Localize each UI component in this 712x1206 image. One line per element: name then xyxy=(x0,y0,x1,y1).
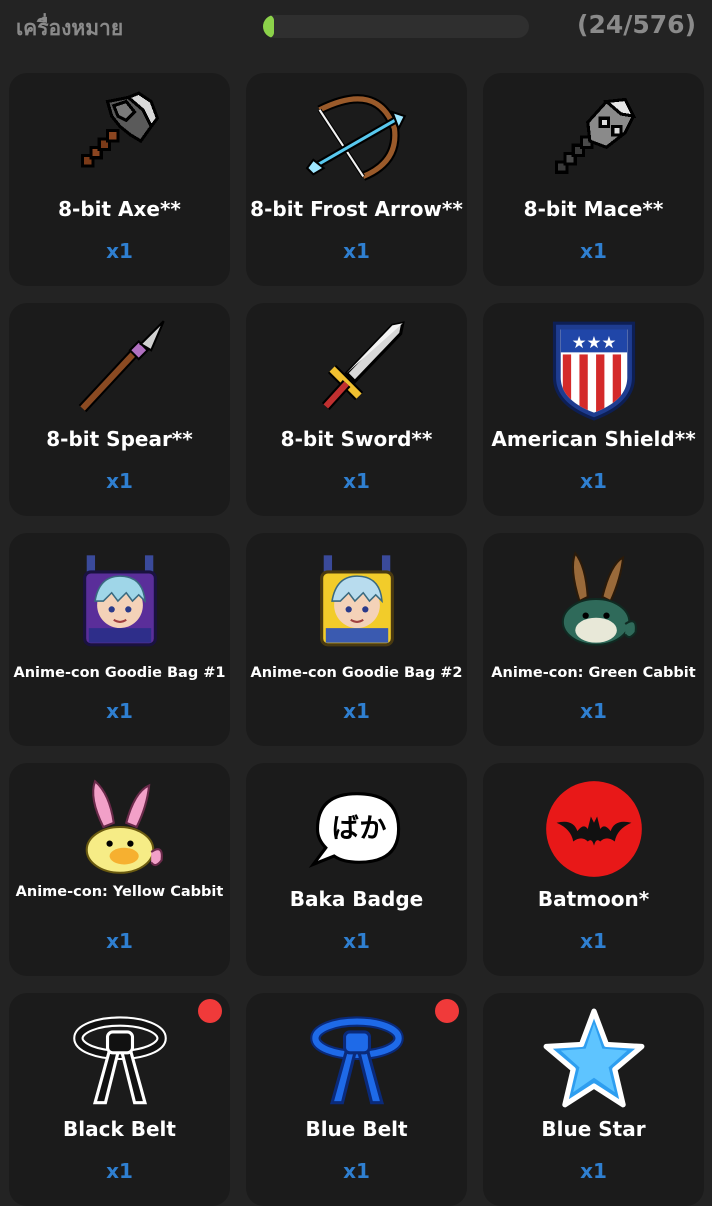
badge-name: 8-bit Mace** xyxy=(523,197,664,221)
batmoon-icon xyxy=(542,777,646,881)
header: เครื่องหมาย (24/576) xyxy=(0,0,712,56)
badge-quantity: x1 xyxy=(106,929,133,953)
badge-quantity: x1 xyxy=(580,239,607,263)
badge-name: 8-bit Frost Arrow** xyxy=(250,197,463,221)
badge-card[interactable]: 8-bit Sword** x1 xyxy=(246,303,467,516)
badge-quantity: x1 xyxy=(580,699,607,723)
badge-card[interactable]: Anime-con Goodie Bag #2 x1 xyxy=(246,533,467,746)
baka-badge-text: ばか xyxy=(331,813,386,844)
black-belt-icon xyxy=(68,1007,172,1111)
badge-name: Baka Badge xyxy=(289,887,424,911)
badge-quantity: x1 xyxy=(343,1159,370,1183)
badge-quantity: x1 xyxy=(580,929,607,953)
badge-card[interactable]: Black Belt x1 xyxy=(9,993,230,1206)
badge-card[interactable]: Anime-con: Yellow Cabbit x1 xyxy=(9,763,230,976)
badge-quantity: x1 xyxy=(106,699,133,723)
badge-card[interactable]: Blue Star x1 xyxy=(483,993,704,1206)
badge-quantity: x1 xyxy=(106,469,133,493)
badge-name: Anime-con: Green Cabbit xyxy=(491,665,696,681)
badge-name: American Shield** xyxy=(491,427,696,451)
goodie-bag-1-icon xyxy=(68,547,172,651)
badge-name: Black Belt xyxy=(63,1117,176,1141)
progress-fill xyxy=(263,15,275,38)
badge-name: 8-bit Sword** xyxy=(280,427,433,451)
collection-progress-bar xyxy=(263,15,529,38)
new-item-dot xyxy=(198,999,222,1023)
badge-quantity: x1 xyxy=(106,1159,133,1183)
8bit-mace-icon xyxy=(542,87,646,191)
badge-name: Blue Belt xyxy=(305,1117,408,1141)
8bit-frost-arrow-icon xyxy=(305,87,409,191)
goodie-bag-2-icon xyxy=(305,547,409,651)
badge-card[interactable]: Anime-con: Green Cabbit x1 xyxy=(483,533,704,746)
badge-card[interactable]: 8-bit Frost Arrow** x1 xyxy=(246,73,467,286)
badge-quantity: x1 xyxy=(343,699,370,723)
green-cabbit-icon xyxy=(542,547,646,651)
badge-quantity: x1 xyxy=(580,469,607,493)
badge-card[interactable]: Blue Belt x1 xyxy=(246,993,467,1206)
badge-name: Anime-con: Yellow Cabbit xyxy=(15,884,224,900)
badge-card[interactable]: 8-bit Mace** x1 xyxy=(483,73,704,286)
badge-quantity: x1 xyxy=(343,929,370,953)
new-item-dot xyxy=(435,999,459,1023)
badge-card[interactable]: ばか Baka Badge x1 xyxy=(246,763,467,976)
badge-quantity: x1 xyxy=(106,239,133,263)
badge-card[interactable]: 8-bit Axe** x1 xyxy=(9,73,230,286)
8bit-spear-icon xyxy=(68,317,172,421)
8bit-axe-icon xyxy=(68,87,172,191)
yellow-cabbit-icon xyxy=(68,775,172,879)
badge-grid: 8-bit Axe** x1 8-bit Frost Arrow** x1 8-… xyxy=(9,73,704,1206)
blue-belt-icon xyxy=(305,1007,409,1111)
american-shield-icon: ★★★ xyxy=(542,317,646,421)
badge-card[interactable]: Batmoon* x1 xyxy=(483,763,704,976)
badge-card[interactable]: 8-bit Spear** x1 xyxy=(9,303,230,516)
badge-name: Blue Star xyxy=(541,1117,646,1141)
badge-name: Batmoon* xyxy=(537,887,650,911)
badge-name: 8-bit Axe** xyxy=(58,197,181,221)
8bit-sword-icon xyxy=(305,317,409,421)
badge-quantity: x1 xyxy=(343,469,370,493)
badge-name: Anime-con Goodie Bag #1 xyxy=(13,665,226,681)
badge-card[interactable]: ★★★ American Shield** x1 xyxy=(483,303,704,516)
badge-quantity: x1 xyxy=(580,1159,607,1183)
blue-star-icon xyxy=(542,1007,646,1111)
badge-name: 8-bit Spear** xyxy=(46,427,193,451)
badge-name: Anime-con Goodie Bag #2 xyxy=(250,665,463,681)
page-title: เครื่องหมาย xyxy=(16,16,124,40)
badge-card[interactable]: Anime-con Goodie Bag #1 x1 xyxy=(9,533,230,746)
collection-count: (24/576) xyxy=(577,10,696,39)
badge-quantity: x1 xyxy=(343,239,370,263)
baka-badge-icon: ばか xyxy=(305,777,409,881)
svg-text:★★★: ★★★ xyxy=(571,333,616,352)
